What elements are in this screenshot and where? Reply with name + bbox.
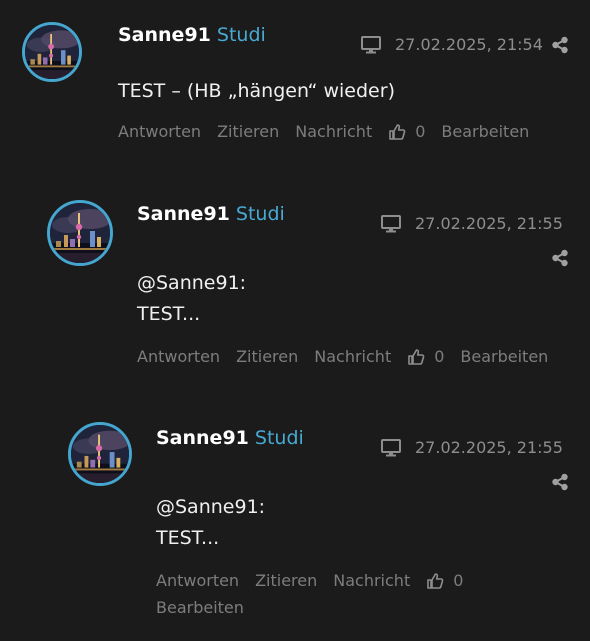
post-body-line: TEST... bbox=[137, 303, 201, 325]
author-role: Studi bbox=[235, 203, 285, 225]
avatar-image bbox=[50, 203, 110, 263]
thumbs-up-icon bbox=[388, 123, 406, 141]
edit-button[interactable]: Bearbeiten bbox=[460, 347, 548, 366]
reply-button[interactable]: Antworten bbox=[156, 571, 239, 590]
author-role: Studi bbox=[216, 24, 266, 46]
quote-button[interactable]: Zitieren bbox=[217, 122, 279, 141]
like-button[interactable]: 0 bbox=[388, 122, 425, 141]
post-body-line: TEST... bbox=[156, 527, 220, 549]
author-role: Studi bbox=[254, 427, 304, 449]
like-button[interactable]: 0 bbox=[407, 347, 444, 366]
post-body: TEST – (HB „hängen“ wieder) bbox=[118, 76, 395, 107]
reply-button[interactable]: Antworten bbox=[137, 347, 220, 366]
edit-button[interactable]: Bearbeiten bbox=[441, 122, 529, 141]
author-line: Sanne91 Studi bbox=[137, 203, 285, 225]
post-actions: Antworten Zitieren Nachricht 0 Bearbeite… bbox=[156, 571, 556, 617]
post-actions: Antworten Zitieren Nachricht 0 Bearbeite… bbox=[137, 347, 582, 366]
post-body-line: @Sanne91: bbox=[156, 496, 266, 518]
reply-button[interactable]: Antworten bbox=[118, 122, 201, 141]
post-body: @Sanne91: TEST... bbox=[137, 268, 246, 330]
monitor-icon bbox=[381, 215, 401, 233]
like-count: 0 bbox=[453, 571, 464, 590]
avatar[interactable] bbox=[68, 422, 132, 486]
like-count: 0 bbox=[415, 122, 426, 141]
quote-button[interactable]: Zitieren bbox=[236, 347, 298, 366]
monitor-icon bbox=[381, 439, 401, 457]
message-button[interactable]: Nachricht bbox=[295, 122, 372, 141]
author-name[interactable]: Sanne91 bbox=[118, 24, 211, 46]
avatar[interactable] bbox=[47, 200, 113, 266]
thumbs-up-icon bbox=[407, 348, 425, 366]
monitor-icon bbox=[361, 36, 381, 54]
share-icon[interactable] bbox=[551, 473, 569, 491]
like-button[interactable]: 0 bbox=[426, 571, 463, 590]
avatar[interactable] bbox=[22, 22, 82, 82]
post-timestamp[interactable]: 27.02.2025, 21:55 bbox=[415, 438, 563, 457]
post-body: @Sanne91: TEST... bbox=[156, 492, 265, 554]
like-count: 0 bbox=[434, 347, 445, 366]
post-actions: Antworten Zitieren Nachricht 0 Bearbeite… bbox=[118, 122, 578, 141]
post-body-line: TEST – (HB „hängen“ wieder) bbox=[118, 80, 395, 102]
author-line: Sanne91 Studi bbox=[118, 24, 266, 46]
thumbs-up-icon bbox=[426, 572, 444, 590]
share-icon[interactable] bbox=[551, 249, 569, 267]
share-icon[interactable] bbox=[551, 36, 569, 54]
post-meta: 27.02.2025, 21:55 bbox=[381, 214, 563, 233]
avatar-image bbox=[71, 425, 129, 483]
post-meta: 27.02.2025, 21:55 bbox=[381, 438, 563, 457]
post-timestamp[interactable]: 27.02.2025, 21:54 bbox=[395, 35, 543, 54]
post-meta: 27.02.2025, 21:54 bbox=[361, 35, 543, 54]
author-line: Sanne91 Studi bbox=[156, 427, 304, 449]
author-name[interactable]: Sanne91 bbox=[156, 427, 249, 449]
message-button[interactable]: Nachricht bbox=[333, 571, 410, 590]
author-name[interactable]: Sanne91 bbox=[137, 203, 230, 225]
edit-button[interactable]: Bearbeiten bbox=[156, 598, 244, 617]
post-body-line: @Sanne91: bbox=[137, 272, 247, 294]
avatar-image bbox=[25, 25, 79, 79]
post-timestamp[interactable]: 27.02.2025, 21:55 bbox=[415, 214, 563, 233]
message-button[interactable]: Nachricht bbox=[314, 347, 391, 366]
quote-button[interactable]: Zitieren bbox=[255, 571, 317, 590]
